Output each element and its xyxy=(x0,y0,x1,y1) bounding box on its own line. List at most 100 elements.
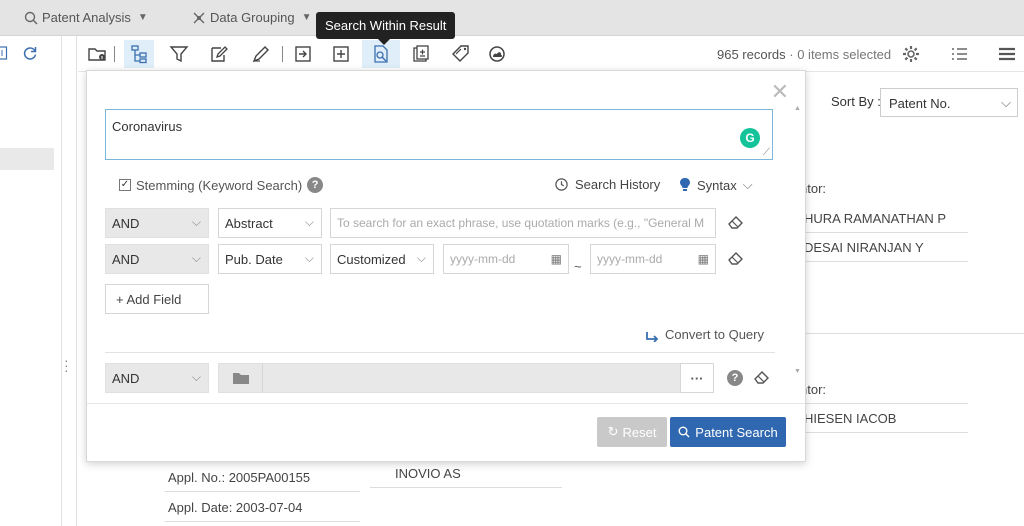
chevron-down-icon: ⌵ xyxy=(191,215,201,229)
left-panel xyxy=(0,36,62,526)
menu-icon[interactable] xyxy=(992,40,1022,68)
row-divider xyxy=(800,403,968,404)
footer-divider xyxy=(87,403,805,404)
date-from-placeholder: yyyy-mm-dd xyxy=(450,252,516,266)
application-date: Appl. Date: 2003-07-04 xyxy=(168,500,303,515)
operator-value: AND xyxy=(112,216,140,231)
list-view-icon[interactable] xyxy=(944,40,974,68)
eraser-icon[interactable] xyxy=(727,214,745,234)
keyword-value: Coronavirus xyxy=(112,119,183,134)
more-options-button[interactable]: ··· xyxy=(680,363,714,393)
help-icon[interactable]: ? xyxy=(307,177,324,193)
eraser-icon[interactable] xyxy=(753,369,771,389)
cloud-icon[interactable] xyxy=(482,40,512,68)
toolbar-separator xyxy=(114,46,115,62)
convert-icon xyxy=(646,331,659,342)
patent-analysis-label: Patent Analysis xyxy=(42,10,131,25)
field-value: Abstract xyxy=(225,216,273,231)
row-divider xyxy=(370,487,562,488)
selected-list-item[interactable] xyxy=(0,148,54,170)
chevron-down-icon: ▼ xyxy=(137,12,148,23)
compare-icon[interactable] xyxy=(406,40,436,68)
convert-to-query-label: Convert to Query xyxy=(665,327,764,342)
syntax-label: Syntax xyxy=(697,177,737,193)
collapse-icon[interactable] xyxy=(0,46,8,60)
folder-icon[interactable] xyxy=(219,364,263,392)
add-icon[interactable] xyxy=(326,40,356,68)
toolbar-separator xyxy=(282,46,283,62)
drag-handle-icon[interactable]: · · · xyxy=(64,353,69,377)
refresh-icon[interactable] xyxy=(22,45,38,61)
history-icon xyxy=(555,178,568,191)
folder-select-field[interactable] xyxy=(218,363,684,393)
inventor-name[interactable]: HURA RAMANATHAN P xyxy=(804,211,946,226)
folder-info-icon[interactable] xyxy=(82,40,112,68)
operator-select[interactable]: AND ⌵ xyxy=(105,208,209,238)
date-mode-select[interactable]: Customized ⌵ xyxy=(330,244,434,274)
stemming-checkbox[interactable]: ✓ xyxy=(119,179,131,191)
inventor-name[interactable]: HIESEN IACOB xyxy=(804,411,896,426)
search-icon xyxy=(678,426,690,438)
operator-value: AND xyxy=(112,252,140,267)
eraser-icon[interactable] xyxy=(727,250,745,270)
gear-icon[interactable] xyxy=(896,40,926,68)
chevron-down-icon: ⌵ xyxy=(191,370,201,384)
result-toolbar: 965 records · 0 items selected xyxy=(78,36,1024,72)
chevron-down-icon: ⌵ xyxy=(416,251,426,265)
scroll-down-arrow[interactable]: ▼ xyxy=(794,368,801,375)
help-icon[interactable]: ? xyxy=(727,370,743,386)
field-select[interactable]: Abstract ⌵ xyxy=(218,208,322,238)
chevron-down-icon: ⌵ xyxy=(191,251,201,265)
calendar-icon[interactable]: ▦ xyxy=(551,252,562,266)
reset-icon: ↻ xyxy=(607,424,619,439)
data-grouping-menu[interactable]: Data Grouping ▼ xyxy=(192,10,311,25)
field-select[interactable]: Pub. Date ⌵ xyxy=(218,244,322,274)
top-menu-bar: Patent Analysis ▼ Data Grouping ▼ xyxy=(0,0,1024,36)
date-to-input[interactable]: yyyy-mm-dd ▦ xyxy=(590,244,716,274)
reset-button[interactable]: ↻ Reset xyxy=(597,417,667,447)
row-divider xyxy=(800,261,968,262)
section-divider xyxy=(105,352,775,353)
resize-handle-icon[interactable]: ⟋ xyxy=(763,147,770,158)
tag-icon[interactable] xyxy=(446,40,476,68)
calendar-icon[interactable]: ▦ xyxy=(698,252,709,266)
grammarly-icon[interactable]: G xyxy=(740,128,760,148)
export-icon[interactable] xyxy=(288,40,318,68)
add-field-button[interactable]: + Add Field xyxy=(105,284,209,314)
chevron-down-icon: ⌵ xyxy=(304,251,314,265)
syntax-dropdown[interactable]: Syntax ⌵ xyxy=(679,177,753,193)
sort-by-select[interactable]: Patent No. ⌵ xyxy=(880,88,1018,117)
keyword-textarea[interactable]: Coronavirus G ⟋ xyxy=(105,109,773,160)
convert-to-query-link[interactable]: Convert to Query xyxy=(645,327,764,342)
scroll-up-arrow[interactable]: ▲ xyxy=(794,105,801,112)
field-value: Pub. Date xyxy=(225,252,283,267)
filter-icon[interactable] xyxy=(164,40,194,68)
records-summary: 965 records · 0 items selected xyxy=(717,47,891,62)
close-icon[interactable]: ✕ xyxy=(771,79,789,105)
tree-icon[interactable] xyxy=(124,40,154,68)
operator-select[interactable]: AND ⌵ xyxy=(105,244,209,274)
stemming-option[interactable]: ✓ Stemming (Keyword Search) ? xyxy=(119,177,324,193)
inventor-name[interactable]: DESAI NIRANJAN Y xyxy=(804,240,924,255)
application-number: Appl. No.: 2005PA00155 xyxy=(168,470,311,485)
patent-analysis-menu[interactable]: Patent Analysis ▼ xyxy=(24,10,148,25)
row-divider xyxy=(800,232,968,233)
data-grouping-icon xyxy=(193,12,205,23)
date-from-input[interactable]: yyyy-mm-dd ▦ xyxy=(443,244,569,274)
abstract-search-input[interactable]: To search for an exact phrase, use quota… xyxy=(330,208,716,238)
pen-icon[interactable] xyxy=(246,40,276,68)
panel-divider xyxy=(76,36,77,526)
edit-note-icon[interactable] xyxy=(204,40,234,68)
operator-select[interactable]: AND ⌵ xyxy=(105,363,209,393)
sort-by-label: Sort By : xyxy=(831,94,881,109)
chevron-down-icon: ⌵ xyxy=(742,177,753,192)
patent-search-button[interactable]: Patent Search xyxy=(670,417,786,447)
tooltip: Search Within Result xyxy=(316,12,456,45)
row-divider xyxy=(165,521,360,522)
result-divider xyxy=(806,333,1024,334)
date-range-separator: ~ xyxy=(574,259,582,274)
analysis-icon xyxy=(24,11,38,24)
sort-by-value: Patent No. xyxy=(889,96,951,111)
search-history-link[interactable]: Search History xyxy=(554,177,660,192)
assignee-name[interactable]: INOVIO AS xyxy=(395,466,461,481)
